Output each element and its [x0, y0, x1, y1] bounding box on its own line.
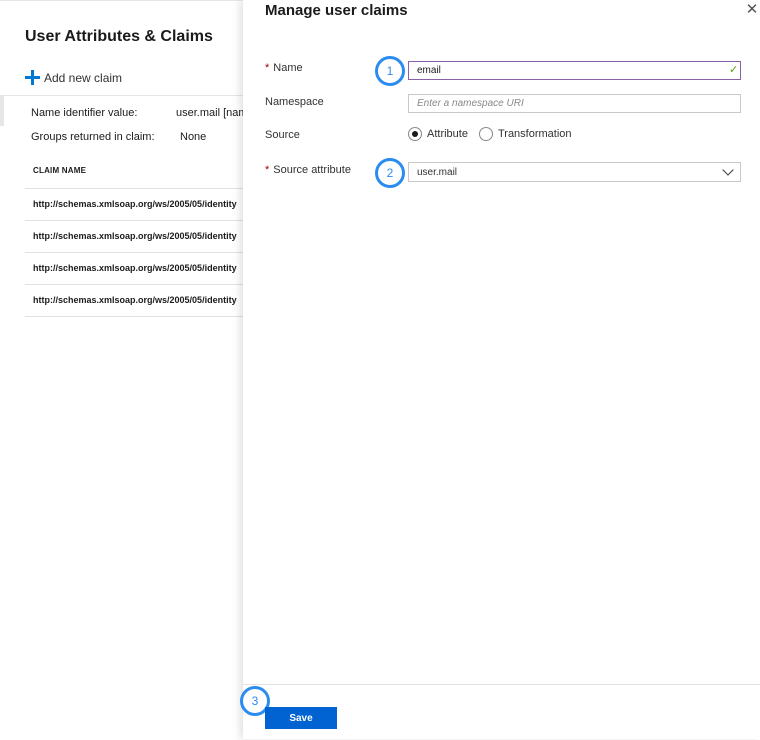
groups-claim-label: Groups returned in claim: [31, 131, 155, 143]
claim-row[interactable]: http://schemas.xmlsoap.org/ws/2005/05/id… [25, 188, 250, 219]
required-marker: * [265, 62, 270, 74]
plus-icon [25, 70, 40, 85]
divider [25, 316, 250, 317]
radio-label: Attribute [427, 128, 468, 140]
radio-unchecked-icon [478, 127, 493, 141]
panel-title: Manage user claims [265, 2, 408, 19]
source-attribute-select[interactable]: user.mail [408, 162, 741, 182]
source-label: Source [265, 129, 300, 141]
namespace-input[interactable] [408, 94, 741, 113]
add-new-claim-label: Add new claim [44, 70, 123, 85]
source-transformation-radio[interactable]: Transformation [478, 127, 572, 141]
step-badge-2: 2 [375, 158, 405, 188]
name-input[interactable] [408, 61, 741, 80]
claim-name: http://schemas.xmlsoap.org/ws/2005/05/id… [33, 263, 237, 273]
name-identifier-label: Name identifier value: [31, 107, 138, 119]
radio-checked-icon [408, 127, 422, 141]
radio-label: Transformation [497, 128, 572, 140]
groups-claim-value: None [180, 131, 207, 143]
close-icon[interactable]: ✕ [745, 2, 759, 17]
source-radio-group: Attribute Transformation [408, 127, 583, 141]
source-attribute-label: * Source attribute [265, 164, 351, 176]
chevron-down-icon [722, 164, 734, 176]
claim-name: http://schemas.xmlsoap.org/ws/2005/05/id… [33, 231, 237, 241]
user-attributes-claims-blade: User Attributes & Claims Add new claim N… [0, 0, 250, 740]
checkmark-icon: ✓ [729, 64, 739, 76]
claim-name: http://schemas.xmlsoap.org/ws/2005/05/id… [33, 199, 237, 209]
save-button[interactable]: Save [265, 707, 337, 729]
claim-name: http://schemas.xmlsoap.org/ws/2005/05/id… [33, 295, 237, 305]
blade-title: User Attributes & Claims [25, 28, 213, 45]
add-new-claim-button[interactable]: Add new claim [25, 70, 122, 85]
divider [0, 95, 250, 96]
claim-row[interactable]: http://schemas.xmlsoap.org/ws/2005/05/id… [25, 220, 250, 251]
name-identifier-row[interactable]: Name identifier value: user.mail [nam [31, 107, 248, 119]
source-attribute-radio[interactable]: Attribute [408, 127, 468, 141]
required-marker: * [265, 164, 270, 176]
step-badge-1: 1 [375, 56, 405, 86]
name-identifier-value: user.mail [nam [176, 107, 248, 119]
claim-row[interactable]: http://schemas.xmlsoap.org/ws/2005/05/id… [25, 252, 250, 283]
claim-name-column-header[interactable]: CLAIM NAME [33, 166, 86, 175]
namespace-label: Namespace [265, 96, 324, 108]
select-value: user.mail [417, 166, 458, 178]
name-label: * Name [265, 62, 303, 74]
claim-row[interactable]: http://schemas.xmlsoap.org/ws/2005/05/id… [25, 284, 250, 315]
footer-divider [243, 684, 760, 685]
selection-indicator [0, 96, 4, 126]
groups-claim-row[interactable]: Groups returned in claim: None [31, 131, 206, 143]
manage-user-claims-panel: Manage user claims ✕ *Name ✓ Namespace S… [240, 0, 760, 739]
